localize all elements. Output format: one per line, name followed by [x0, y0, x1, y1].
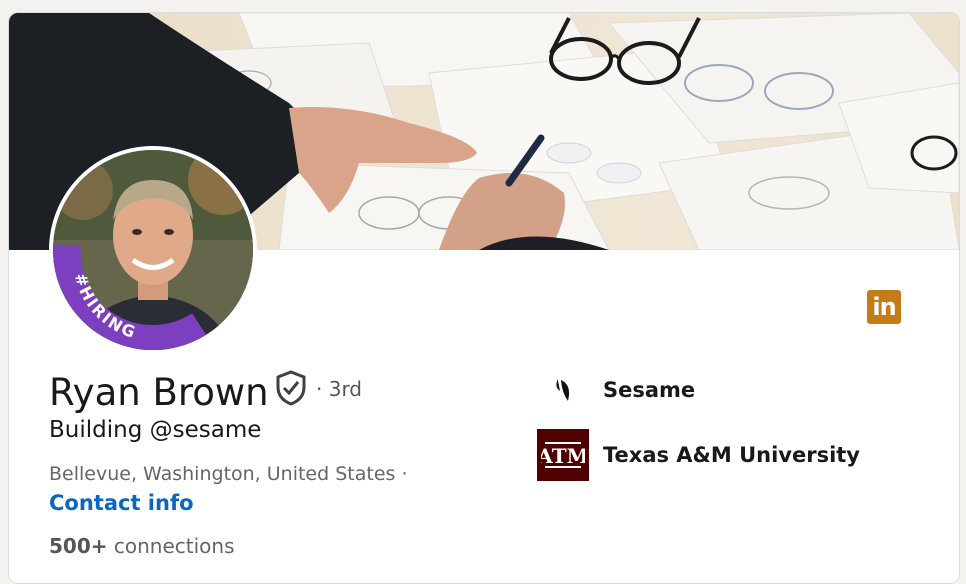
profile-photo-frame[interactable]: #HIRING [49, 146, 257, 354]
texas-am-logo-icon: ATM [537, 429, 589, 481]
profile-location: Bellevue, Washington, United States · [49, 463, 408, 485]
verified-shield-icon[interactable] [275, 370, 307, 406]
profile-photo: #HIRING [53, 150, 253, 350]
connections-number: 500+ [49, 534, 108, 558]
org-name: Sesame [603, 378, 696, 402]
profile-name: Ryan Brown [49, 371, 269, 414]
profile-card: #HIRING in Ryan Brown · 3rd Building @se… [8, 12, 960, 584]
org-texas-am[interactable]: ATM Texas A&M University [537, 429, 860, 481]
org-sesame[interactable]: Sesame [537, 364, 695, 416]
org-name: Texas A&M University [603, 443, 860, 467]
linkedin-icon: in [867, 290, 901, 324]
connections-label: connections [113, 534, 235, 558]
connections-count[interactable]: 500+ connections [49, 534, 235, 558]
connection-degree: · 3rd [316, 377, 363, 401]
profile-headline: Building @sesame [49, 417, 262, 443]
svg-text:ATM: ATM [541, 444, 585, 468]
sesame-logo-icon [537, 364, 589, 416]
contact-info-link[interactable]: Contact info [49, 491, 194, 515]
